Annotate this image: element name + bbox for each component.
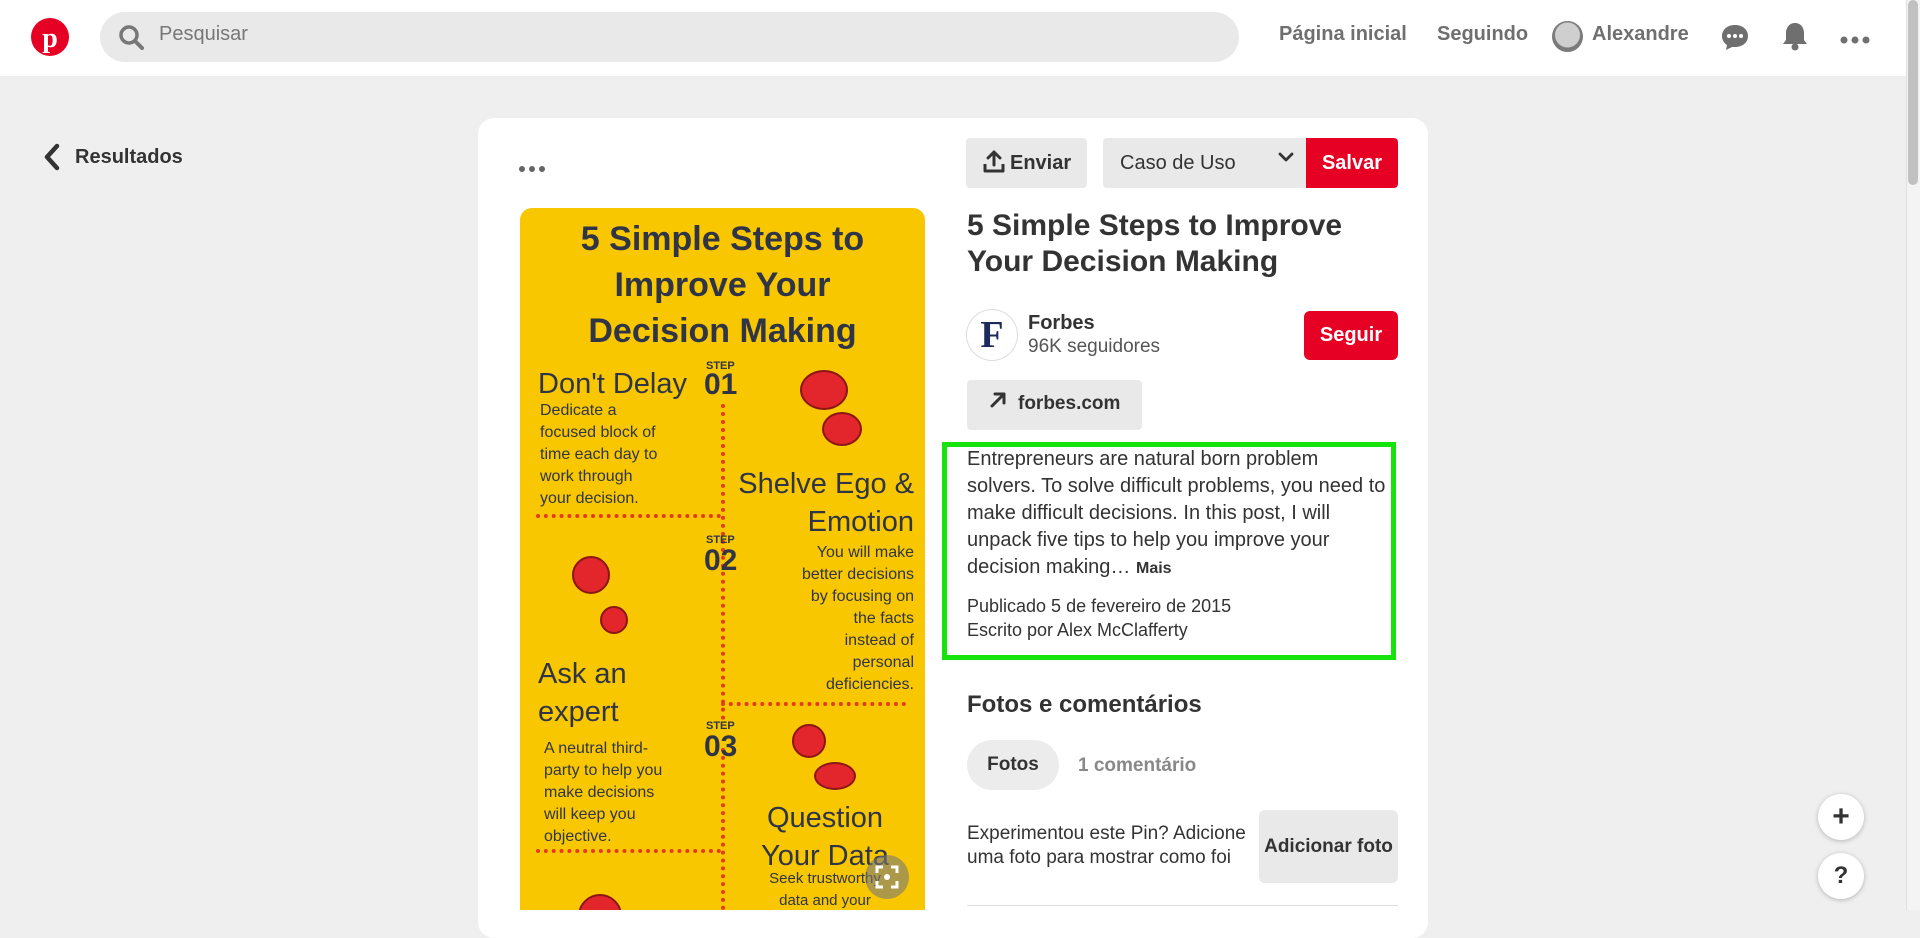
- messages-icon[interactable]: [1720, 22, 1750, 57]
- photos-comments-heading: Fotos e comentários: [967, 691, 1202, 718]
- save-button[interactable]: Salvar: [1306, 138, 1398, 188]
- source-followers: 96K seguidores: [1028, 336, 1161, 357]
- avatar[interactable]: [1552, 21, 1583, 52]
- svg-text:p: p: [42, 23, 58, 54]
- source-name[interactable]: Forbes: [1028, 312, 1095, 335]
- source-avatar[interactable]: F: [967, 310, 1017, 360]
- published-date: Publicado 5 de fevereiro de 2015: [967, 596, 1232, 616]
- share-upload-icon: [982, 150, 1006, 179]
- send-button-label: Enviar: [1010, 152, 1072, 174]
- follow-button[interactable]: Seguir: [1304, 311, 1398, 360]
- back-to-results[interactable]: Resultados: [75, 146, 183, 169]
- tab-photos[interactable]: Fotos: [967, 740, 1059, 790]
- pin-title: 5 Simple Steps to Improve Your Decision …: [967, 209, 1343, 278]
- try-pin-prompt: Experimentou este Pin? Adicione uma foto…: [967, 823, 1246, 868]
- author: Escrito por Alex McClafferty: [967, 620, 1188, 640]
- pinterest-logo-icon[interactable]: p: [31, 18, 69, 56]
- external-link-arrow-icon: [988, 390, 1008, 416]
- chevron-left-icon[interactable]: [43, 143, 61, 178]
- nav-profile[interactable]: Alexandre: [1592, 23, 1689, 46]
- pin-image[interactable]: 5 Simple Steps to Improve Your Decision …: [520, 208, 925, 910]
- more-link[interactable]: Mais: [1136, 560, 1172, 577]
- help-button[interactable]: ?: [1818, 853, 1864, 899]
- nav-home[interactable]: Página inicial: [1279, 23, 1407, 46]
- nav-following[interactable]: Seguindo: [1437, 23, 1528, 46]
- add-photo-button[interactable]: Adicionar foto: [1259, 810, 1398, 883]
- divider: [967, 905, 1398, 906]
- create-plus-button[interactable]: +: [1818, 794, 1864, 840]
- visual-search-icon[interactable]: [865, 855, 909, 899]
- chevron-down-icon[interactable]: [1277, 148, 1295, 172]
- board-select-value: Caso de Uso: [1120, 152, 1236, 174]
- pin-more-icon[interactable]: [518, 150, 548, 181]
- tab-comments[interactable]: 1 comentário: [1078, 755, 1196, 777]
- notifications-bell-icon[interactable]: [1781, 21, 1809, 56]
- search-placeholder: Pesquisar: [159, 23, 248, 45]
- more-options-icon[interactable]: [1840, 32, 1870, 50]
- infographic-title: 5 Simple Steps to Improve Your Decision …: [580, 220, 865, 350]
- pin-description: Entrepreneurs are natural born problem s…: [967, 448, 1386, 578]
- source-link-label: forbes.com: [1018, 393, 1121, 414]
- search-icon: [118, 24, 144, 50]
- search-input[interactable]: [100, 12, 1239, 62]
- scrollbar-thumb[interactable]: [1908, 0, 1918, 185]
